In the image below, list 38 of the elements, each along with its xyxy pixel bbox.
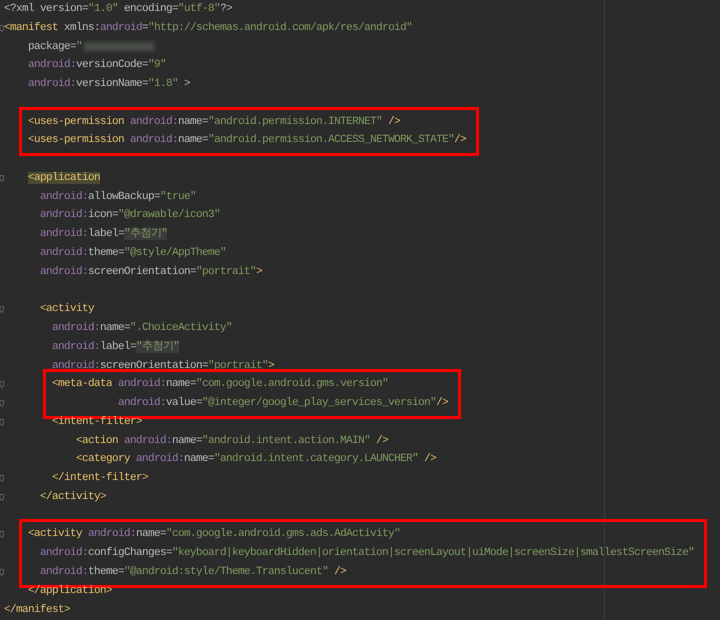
code-line: android:value="@integer/google_play_services_version"/> xyxy=(118,396,448,412)
code-line: <manifest xmlns:android="http://schemas.android.com/apk/res/android" xyxy=(4,20,412,36)
fold-icon[interactable] xyxy=(0,568,4,576)
code-line: <action android:name="android.intent.action.MAIN" /> xyxy=(76,434,388,449)
fold-icon[interactable] xyxy=(0,494,4,501)
fold-icon[interactable] xyxy=(0,174,4,182)
code-line: android:icon="@drawable/icon3" xyxy=(40,208,220,224)
code-line: android:versionName="1.8" > xyxy=(28,77,190,92)
code-line: <intent-filter> xyxy=(52,414,142,430)
code-line: android:label="추첨기" xyxy=(52,340,180,355)
code-line: </manifest> xyxy=(4,602,70,618)
fold-icon[interactable] xyxy=(0,475,4,482)
code-line: package=" xyxy=(28,40,82,55)
fold-icon[interactable] xyxy=(0,531,4,538)
code-line: android:name=".ChoiceActivity" xyxy=(52,321,232,336)
fold-icon[interactable] xyxy=(0,24,4,32)
code-line: </activity> xyxy=(40,490,106,505)
fold-icon[interactable] xyxy=(0,400,4,407)
code-line: </intent-filter> xyxy=(52,471,148,486)
code-line: <?xml version="1.0" encoding="utf-8"?> xyxy=(4,2,232,17)
code-line: <uses-permission android:name="android.permission.INTERNET" /> xyxy=(28,114,400,130)
code-line: <activity xyxy=(40,302,94,318)
fold-icon[interactable] xyxy=(0,381,4,388)
code-line: android:screenOrientation="portrait"> xyxy=(52,358,274,374)
code-line: android:theme="@style/AppTheme" xyxy=(40,246,226,261)
code-line: <uses-permission android:name="android.permission.ACCESS_NETWORK_STATE"/> xyxy=(28,133,466,148)
code-line: android:screenOrientation="portrait"> xyxy=(40,264,262,280)
fold-icon[interactable] xyxy=(0,418,4,426)
code-line: android:allowBackup="true" xyxy=(40,190,196,205)
code-line: <category android:name="android.intent.category.LAUNCHER" /> xyxy=(76,452,436,468)
code-line: android:versionCode="9" xyxy=(28,58,166,74)
code-line: <activity android:name="com.google.android.gms.ads.AdActivity" xyxy=(28,527,400,542)
fold-icon[interactable] xyxy=(0,306,4,314)
code-line: android:theme="@android:style/Theme.Translucent" /> xyxy=(40,564,346,580)
code-line: android:label="추첨기" xyxy=(40,226,168,242)
code-line: </application> xyxy=(28,584,112,599)
code-line: <meta-data android:name="com.google.android.gms.version" xyxy=(52,377,388,392)
code-line: android:configChanges="keyboard|keyboardHidden|orientation|screenLayout|uiMode|screenSize|smallestScreenSize" xyxy=(40,546,694,562)
